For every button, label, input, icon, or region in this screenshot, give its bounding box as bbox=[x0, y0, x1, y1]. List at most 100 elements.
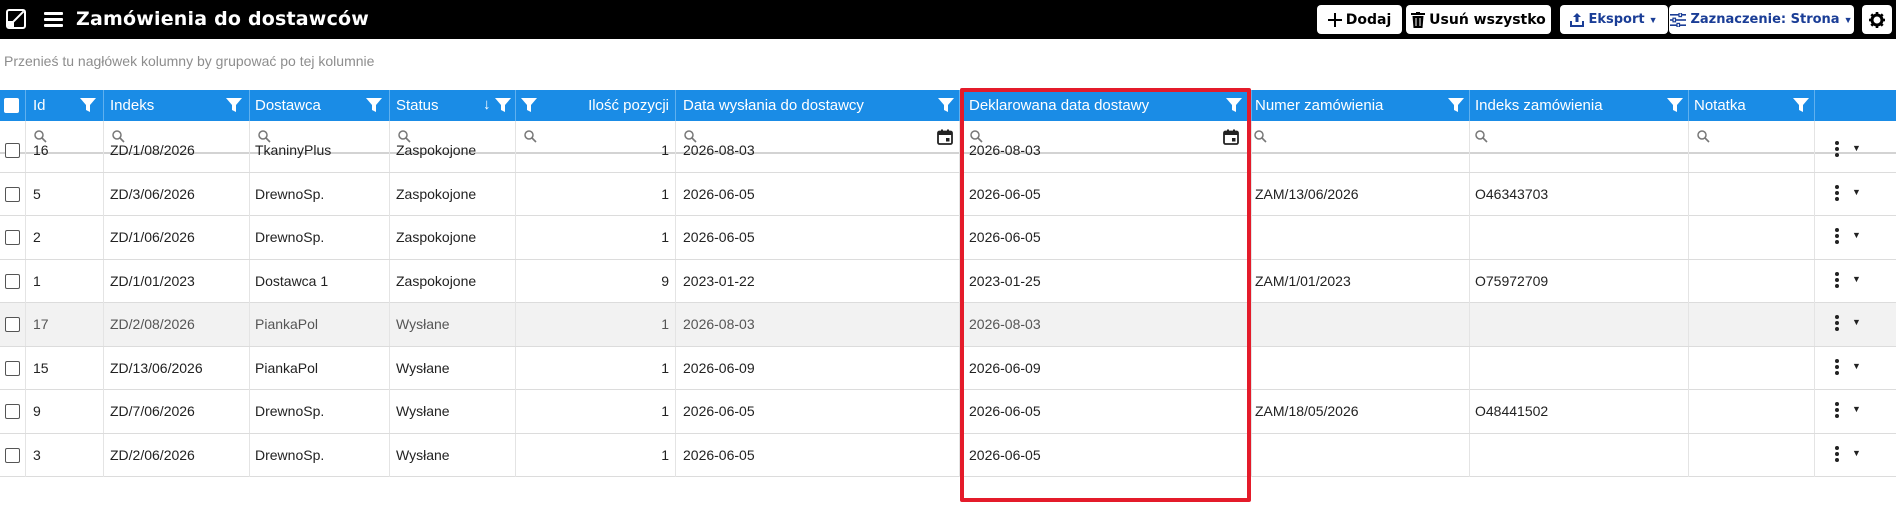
cell-status[interactable]: Wysłane bbox=[390, 346, 516, 390]
cell-order-number[interactable] bbox=[1252, 129, 1470, 172]
row-checkbox[interactable] bbox=[5, 143, 20, 158]
cell-order-number[interactable]: ZAM/1/01/2023 bbox=[1252, 259, 1470, 303]
cell-status[interactable]: Zaspokojone bbox=[390, 216, 516, 259]
cell-order-index[interactable] bbox=[1470, 346, 1689, 390]
cell-sent-date[interactable]: 2026-06-05 bbox=[676, 216, 960, 259]
more-vertical-icon[interactable] bbox=[1834, 358, 1840, 377]
cell-sent-date[interactable]: 2026-06-05 bbox=[676, 172, 960, 216]
chevron-down-icon[interactable]: ▼ bbox=[1852, 448, 1861, 458]
cell-status[interactable]: Zaspokojone bbox=[390, 172, 516, 216]
column-header-order-number[interactable]: Numer zamówienia bbox=[1252, 90, 1470, 121]
more-vertical-icon[interactable] bbox=[1834, 315, 1840, 333]
export-button[interactable]: Eksport ▼ bbox=[1560, 5, 1668, 34]
cell-items-count[interactable]: 1 bbox=[516, 216, 676, 259]
chevron-down-icon[interactable]: ▼ bbox=[1852, 404, 1861, 414]
cell-status[interactable]: Wysłane bbox=[390, 433, 516, 477]
cell-id[interactable]: 17 bbox=[26, 303, 104, 346]
cell-declared-date[interactable]: 2026-08-03 bbox=[960, 129, 1252, 172]
filter-icon[interactable] bbox=[521, 97, 537, 113]
cell-sent-date[interactable]: 2026-08-03 bbox=[676, 129, 960, 172]
filter-icon[interactable] bbox=[938, 97, 954, 113]
chevron-down-icon[interactable]: ▼ bbox=[1852, 317, 1861, 327]
cell-order-index[interactable] bbox=[1470, 216, 1689, 259]
cell-supplier[interactable]: PiankaPol bbox=[250, 346, 390, 390]
row-checkbox[interactable] bbox=[5, 447, 20, 463]
cell-supplier[interactable]: DrewnoSp. bbox=[250, 390, 390, 433]
row-checkbox[interactable] bbox=[5, 230, 20, 245]
cell-supplier[interactable]: DrewnoSp. bbox=[250, 172, 390, 216]
sort-descending-icon[interactable]: ↓ bbox=[483, 96, 491, 113]
cell-index[interactable]: ZD/1/08/2026 bbox=[104, 129, 250, 172]
column-header-id[interactable]: Id bbox=[26, 90, 104, 121]
more-vertical-icon[interactable] bbox=[1834, 271, 1840, 290]
group-by-drop-area[interactable]: Przenieś tu nagłówek kolumny by grupować… bbox=[4, 53, 374, 69]
column-header-sent-date[interactable]: Data wysłania do dostawcy bbox=[676, 90, 960, 121]
cell-note[interactable] bbox=[1689, 172, 1815, 216]
cell-id[interactable]: 1 bbox=[26, 259, 104, 303]
selection-dropdown[interactable]: Zaznaczenie: Strona ▼ bbox=[1669, 5, 1854, 34]
cell-supplier[interactable]: PiankaPol bbox=[250, 303, 390, 346]
cell-note[interactable] bbox=[1689, 129, 1815, 172]
cell-declared-date[interactable]: 2026-06-05 bbox=[960, 172, 1252, 216]
cell-sent-date[interactable]: 2026-06-05 bbox=[676, 390, 960, 433]
table-row[interactable]: 9 ZD/7/06/2026 DrewnoSp. Wysłane 1 2026-… bbox=[0, 390, 1896, 434]
cell-index[interactable]: ZD/1/06/2026 bbox=[104, 216, 250, 259]
cell-index[interactable]: ZD/2/06/2026 bbox=[104, 433, 250, 477]
table-row[interactable]: 5 ZD/3/06/2026 DrewnoSp. Zaspokojone 1 2… bbox=[0, 172, 1896, 216]
cell-sent-date[interactable]: 2026-08-03 bbox=[676, 303, 960, 346]
cell-order-number[interactable] bbox=[1252, 303, 1470, 346]
cell-items-count[interactable]: 9 bbox=[516, 259, 676, 303]
row-checkbox[interactable] bbox=[5, 186, 20, 202]
row-checkbox[interactable] bbox=[5, 404, 20, 419]
row-checkbox[interactable] bbox=[5, 273, 20, 289]
filter-icon[interactable] bbox=[366, 97, 382, 113]
more-vertical-icon[interactable] bbox=[1834, 184, 1840, 203]
column-header-status[interactable]: Status ↓ bbox=[390, 90, 516, 121]
chevron-down-icon[interactable]: ▼ bbox=[1852, 187, 1861, 197]
filter-icon[interactable] bbox=[226, 97, 242, 113]
table-row[interactable]: 15 ZD/13/06/2026 PiankaPol Wysłane 1 202… bbox=[0, 346, 1896, 390]
cell-id[interactable]: 2 bbox=[26, 216, 104, 259]
chevron-down-icon[interactable]: ▼ bbox=[1852, 361, 1861, 371]
more-vertical-icon[interactable] bbox=[1834, 141, 1840, 159]
cell-items-count[interactable]: 1 bbox=[516, 346, 676, 390]
cell-index[interactable]: ZD/2/08/2026 bbox=[104, 303, 250, 346]
cell-declared-date[interactable]: 2026-06-05 bbox=[960, 216, 1252, 259]
cell-status[interactable]: Wysłane bbox=[390, 390, 516, 433]
cell-note[interactable] bbox=[1689, 216, 1815, 259]
app-logo-icon[interactable] bbox=[6, 9, 26, 29]
cell-items-count[interactable]: 1 bbox=[516, 172, 676, 216]
cell-declared-date[interactable]: 2026-08-03 bbox=[960, 303, 1252, 346]
cell-supplier[interactable]: DrewnoSp. bbox=[250, 433, 390, 477]
cell-id[interactable]: 5 bbox=[26, 172, 104, 216]
cell-declared-date[interactable]: 2026-06-05 bbox=[960, 433, 1252, 477]
chevron-down-icon[interactable]: ▼ bbox=[1852, 143, 1861, 153]
cell-declared-date[interactable]: 2026-06-09 bbox=[960, 346, 1252, 390]
cell-sent-date[interactable]: 2026-06-05 bbox=[676, 433, 960, 477]
column-header-declared-date[interactable]: Deklarowana data dostawy bbox=[960, 90, 1252, 121]
cell-note[interactable] bbox=[1689, 303, 1815, 346]
chevron-down-icon[interactable]: ▼ bbox=[1852, 230, 1861, 240]
cell-order-number[interactable]: ZAM/13/06/2026 bbox=[1252, 172, 1470, 216]
row-checkbox[interactable] bbox=[5, 317, 20, 332]
cell-sent-date[interactable]: 2023-01-22 bbox=[676, 259, 960, 303]
cell-sent-date[interactable]: 2026-06-09 bbox=[676, 346, 960, 390]
cell-index[interactable]: ZD/3/06/2026 bbox=[104, 172, 250, 216]
row-checkbox[interactable] bbox=[5, 360, 20, 376]
table-row[interactable]: 16 ZD/1/08/2026 TkaninyPlus Zaspokojone … bbox=[0, 129, 1896, 173]
filter-icon[interactable] bbox=[1448, 97, 1464, 113]
cell-order-number[interactable]: ZAM/18/05/2026 bbox=[1252, 390, 1470, 433]
table-row[interactable]: 2 ZD/1/06/2026 DrewnoSp. Zaspokojone 1 2… bbox=[0, 216, 1896, 260]
more-vertical-icon[interactable] bbox=[1834, 228, 1840, 246]
cell-index[interactable]: ZD/13/06/2026 bbox=[104, 346, 250, 390]
cell-items-count[interactable]: 1 bbox=[516, 433, 676, 477]
settings-button[interactable] bbox=[1862, 5, 1892, 34]
cell-order-index[interactable]: O48441502 bbox=[1470, 390, 1689, 433]
cell-id[interactable]: 9 bbox=[26, 390, 104, 433]
filter-icon[interactable] bbox=[80, 97, 96, 113]
cell-id[interactable]: 3 bbox=[26, 433, 104, 477]
hamburger-menu-icon[interactable] bbox=[44, 12, 63, 27]
column-header-supplier[interactable]: Dostawca bbox=[250, 90, 390, 121]
column-header-items-count[interactable]: Ilość pozycji bbox=[516, 90, 676, 121]
cell-id[interactable]: 15 bbox=[26, 346, 104, 390]
